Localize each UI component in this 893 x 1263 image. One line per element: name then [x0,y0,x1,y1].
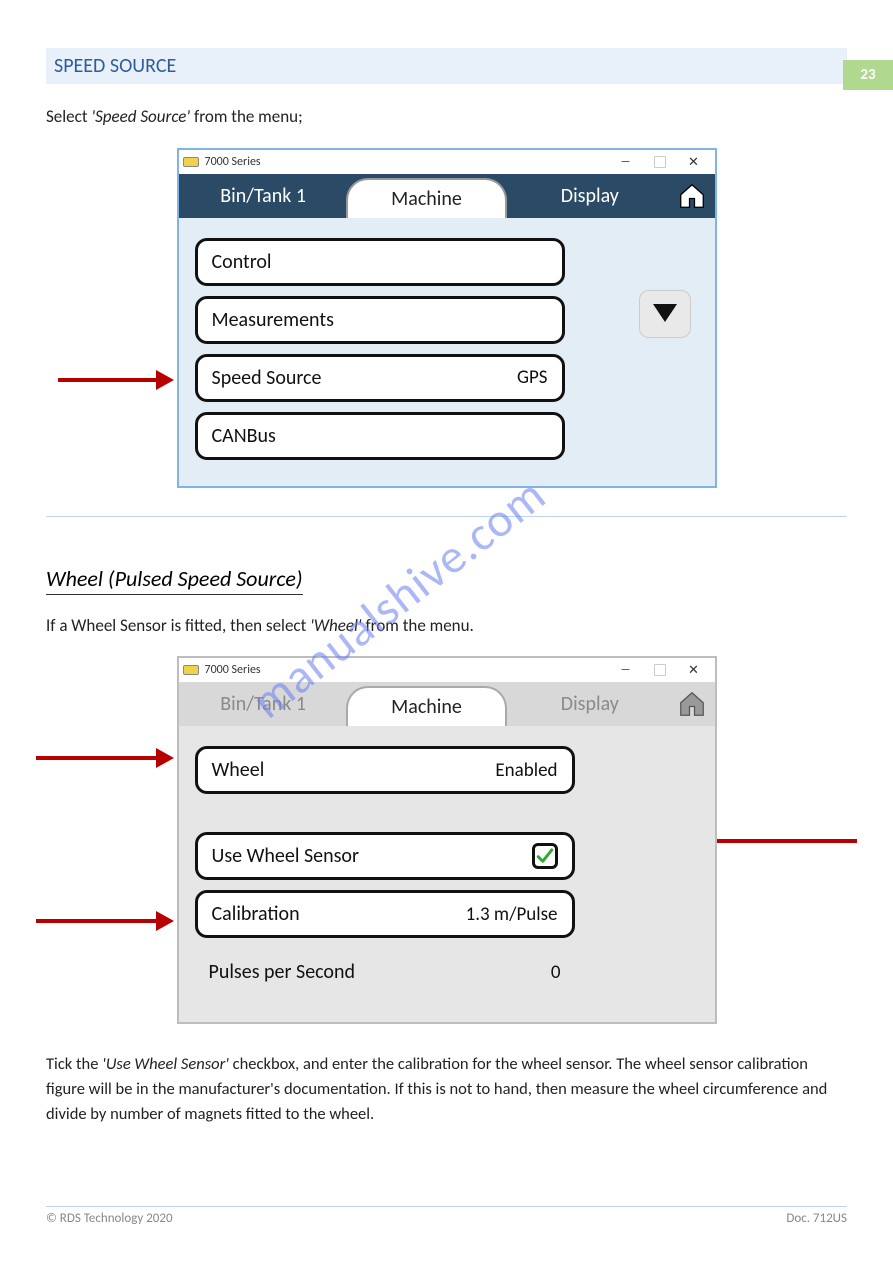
intro-text-part: Select [46,106,91,127]
row-speed-source-label: Speed Source [212,366,517,390]
note-paragraph: Tick the 'Use Wheel Sensor' checkbox, an… [46,1052,847,1126]
row-pps-label: Pulses per Second [209,960,551,984]
window-titlebar: 7000 Series [179,658,715,682]
arrow-to-calibration [36,919,158,923]
row-pulses-per-second: Pulses per Second 0 [195,948,575,996]
window-title: 7000 Series [205,663,261,677]
check-icon [536,847,554,865]
screenshot-1: 7000 Series Bin/Tank 1 Machine Display C… [177,148,717,488]
note-quote: 'Use Wheel Sensor' [102,1054,229,1074]
window-title: 7000 Series [205,155,261,169]
minimize-icon[interactable] [609,660,643,680]
home-icon [677,689,707,719]
page-footer: © RDS Technology 2020 Doc. 712US [46,1206,847,1226]
tab-row: Bin/Tank 1 Machine Display [179,682,715,726]
banner-text: SPEED SOURCE [54,54,176,78]
section-banner: SPEED SOURCE [46,48,847,84]
row-control-label: Control [212,250,548,274]
tab-machine[interactable]: Machine [346,686,507,726]
row-wheel-value: Enabled [495,759,557,782]
tab-machine[interactable]: Machine [346,178,507,218]
maximize-icon[interactable] [643,660,677,680]
app-icon [183,665,199,675]
intro-text: Select 'Speed Source' from the menu; [46,104,847,130]
row-use-wheel-label: Use Wheel Sensor [212,844,532,868]
note-part: Tick the [46,1054,102,1074]
footer-left: © RDS Technology 2020 [46,1211,173,1226]
sub-para: If a Wheel Sensor is fitted, then select… [46,613,847,639]
sub-para-part: from the menu. [362,615,474,636]
scroll-down-button[interactable] [639,290,691,338]
maximize-icon[interactable] [643,152,677,172]
arrow-to-wheel [36,756,158,760]
row-canbus-label: CANBus [212,424,548,448]
screenshot-1-wrap: 7000 Series Bin/Tank 1 Machine Display C… [0,148,893,488]
window-titlebar: 7000 Series [179,150,715,174]
screenshot-2-body: Wheel Enabled Use Wheel Sensor Calibrati… [179,726,715,1022]
intro-text-quote: 'Speed Source' [91,106,190,127]
row-measurements-label: Measurements [212,308,548,332]
sub-para-quote: 'Wheel' [310,615,362,636]
screenshot-2: 7000 Series Bin/Tank 1 Machine Display W… [177,656,717,1024]
sub-para-part: If a Wheel Sensor is fitted, then select [46,615,310,636]
row-pps-value: 0 [551,961,561,984]
intro-text-part: from the menu; [190,106,302,127]
arrow-to-speed-source [58,378,158,382]
home-button[interactable] [670,174,714,218]
row-calibration-label: Calibration [212,902,466,926]
tab-bin-tank[interactable]: Bin/Tank 1 [185,682,342,726]
close-icon[interactable] [677,660,711,680]
row-use-wheel-sensor[interactable]: Use Wheel Sensor [195,832,575,880]
row-control[interactable]: Control [195,238,565,286]
chevron-down-icon [651,302,679,326]
row-speed-source-value: GPS [517,366,548,389]
tab-display[interactable]: Display [511,174,668,218]
screenshot-1-body: Control Measurements Speed Source GPS CA… [179,218,715,486]
footer-right: Doc. 712US [786,1211,847,1226]
separator [46,516,847,517]
row-calibration-value: 1.3 m/Pulse [466,903,558,926]
row-wheel-label: Wheel [212,758,496,782]
screenshot-2-wrap: 7000 Series Bin/Tank 1 Machine Display W… [0,656,893,1024]
page-number-badge: 23 [843,60,893,90]
home-button[interactable] [670,682,714,726]
home-icon [677,181,707,211]
minimize-icon[interactable] [609,152,643,172]
tab-row: Bin/Tank 1 Machine Display [179,174,715,218]
close-icon[interactable] [677,152,711,172]
row-wheel[interactable]: Wheel Enabled [195,746,575,794]
tab-display[interactable]: Display [511,682,668,726]
row-measurements[interactable]: Measurements [195,296,565,344]
row-calibration[interactable]: Calibration 1.3 m/Pulse [195,890,575,938]
row-speed-source[interactable]: Speed Source GPS [195,354,565,402]
row-canbus[interactable]: CANBus [195,412,565,460]
use-wheel-checkbox[interactable] [532,843,558,869]
app-icon [183,157,199,167]
subheading: Wheel (Pulsed Speed Source) [46,565,303,595]
tab-bin-tank[interactable]: Bin/Tank 1 [185,174,342,218]
